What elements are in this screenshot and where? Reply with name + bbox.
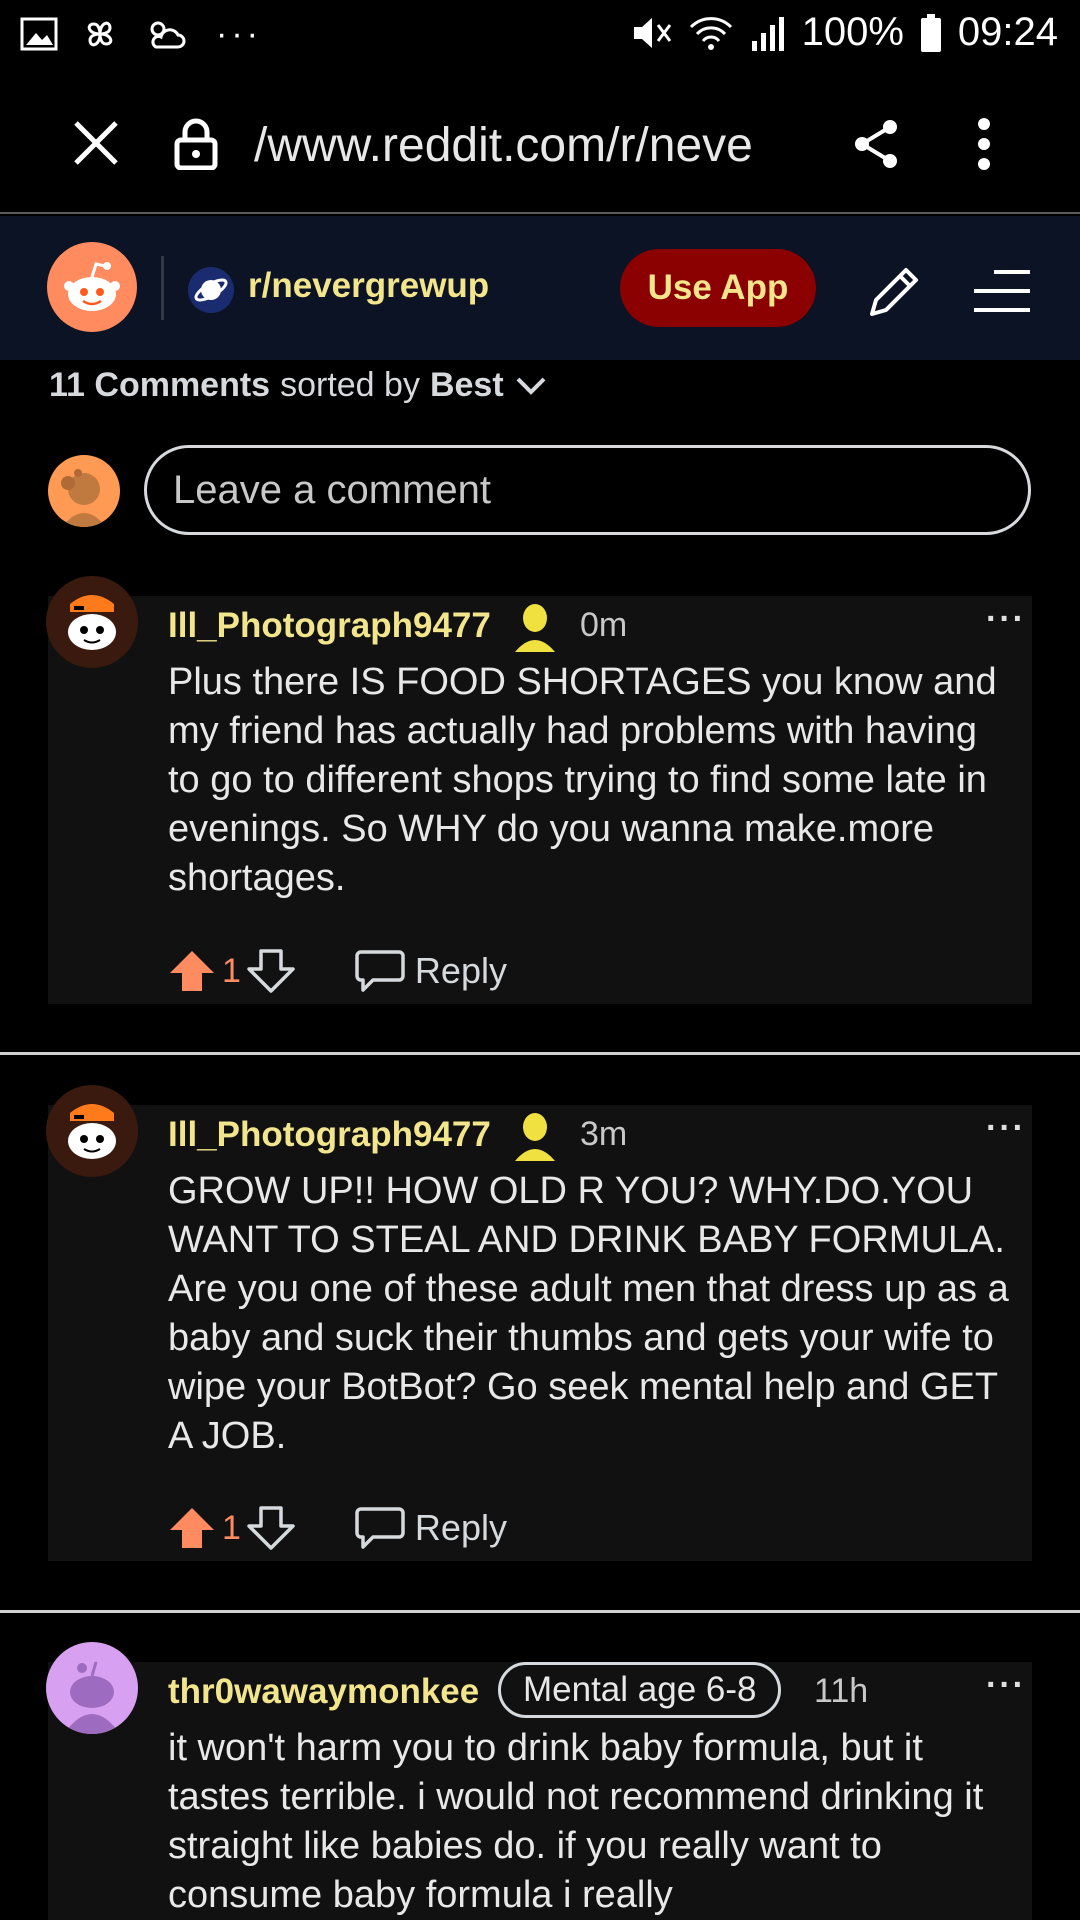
comment-username[interactable]: thr0wawaymonkee [168, 1672, 479, 1712]
comment-divider [0, 1052, 1080, 1055]
reddit-header: r/nevergrewup Use App [0, 216, 1080, 360]
gallery-icon [20, 17, 58, 51]
battery-icon [920, 13, 941, 52]
leave-comment-input[interactable] [144, 445, 1031, 535]
comment-username[interactable]: Ill_Photograph9477 [168, 606, 491, 646]
use-app-button[interactable]: Use App [620, 249, 816, 327]
downvote-icon[interactable] [247, 949, 295, 993]
url-bar[interactable]: /www.reddit.com/r/neve [254, 118, 804, 173]
comment-card: thr0wawaymonkee Mental age 6-8 11h ··· i… [46, 1642, 1032, 1920]
upvote-icon[interactable] [168, 1506, 216, 1550]
comments-sort-row[interactable]: 11 Comments sorted by Best [49, 366, 548, 405]
reply-bubble-icon [355, 950, 405, 992]
hamburger-menu-icon[interactable] [972, 268, 1032, 314]
current-user-avatar [48, 455, 120, 527]
browser-toolbar: /www.reddit.com/r/neve [0, 72, 1080, 214]
user-avatar[interactable] [46, 576, 138, 668]
close-icon[interactable] [72, 119, 120, 167]
wifi-icon [689, 16, 732, 50]
battery-percent: 100% [801, 10, 904, 54]
comment-time: 11h [814, 1672, 869, 1710]
overflow-menu-icon[interactable] [976, 116, 992, 172]
signal-icon [751, 16, 784, 51]
share-icon[interactable] [852, 118, 900, 170]
user-avatar[interactable] [46, 1085, 138, 1177]
mute-icon [633, 17, 671, 48]
comment-body: it won't harm you to drink baby formula,… [168, 1727, 984, 1916]
reply-bubble-icon [355, 1507, 405, 1549]
comment-card: Ill_Photograph9477 0m ··· Plus there IS … [46, 576, 1032, 1004]
sorted-by-label: sorted by [280, 366, 420, 404]
clock: 09:24 [957, 10, 1058, 54]
comment-time: 3m [580, 1115, 628, 1153]
lock-icon[interactable] [173, 118, 219, 170]
comment-score: 1 [222, 1508, 241, 1547]
comment-body: GROW UP!! HOW OLD R YOU? WHY.DO.YOU WANT… [168, 1170, 1009, 1457]
subreddit-name[interactable]: r/nevergrewup [248, 266, 489, 306]
user-avatar[interactable] [46, 1642, 138, 1734]
user-flair-icon [515, 604, 555, 652]
comment-username[interactable]: Ill_Photograph9477 [168, 1115, 491, 1155]
reply-button[interactable]: Reply [355, 948, 507, 994]
comment-divider [0, 1610, 1080, 1613]
reddit-logo-icon[interactable] [47, 242, 137, 332]
header-divider [161, 256, 164, 320]
comment-score: 1 [222, 951, 241, 990]
reply-button[interactable]: Reply [355, 1505, 507, 1551]
user-flair-icon [515, 1113, 555, 1161]
upvote-icon[interactable] [168, 949, 216, 993]
user-flair-badge: Mental age 6-8 [498, 1662, 782, 1718]
comment-card: Ill_Photograph9477 3m ··· GROW UP!! HOW … [46, 1085, 1032, 1561]
chevron-down-icon[interactable] [514, 374, 548, 398]
comment-count: 11 Comments [49, 366, 271, 404]
pencil-icon[interactable] [864, 262, 924, 322]
comment-actions: 1 Reply [168, 1505, 507, 1551]
planet-icon [188, 267, 234, 313]
comment-more-icon[interactable]: ··· [986, 1109, 1026, 1148]
comment-time: 0m [580, 606, 628, 644]
more-notifications-icon: ··· [216, 14, 262, 53]
comment-more-icon[interactable]: ··· [986, 600, 1026, 639]
sort-value[interactable]: Best [430, 366, 504, 405]
reply-label: Reply [414, 950, 507, 991]
comment-actions: 1 Reply [168, 948, 507, 994]
comment-more-icon[interactable]: ··· [986, 1666, 1026, 1705]
comment-body: Plus there IS FOOD SHORTAGES you know an… [168, 661, 997, 899]
pinwheel-icon [87, 21, 113, 47]
downvote-icon[interactable] [247, 1506, 295, 1550]
reply-label: Reply [414, 1507, 507, 1548]
status-bar: ··· 100% 09:24 [0, 0, 1080, 72]
weather-icon [150, 21, 186, 49]
